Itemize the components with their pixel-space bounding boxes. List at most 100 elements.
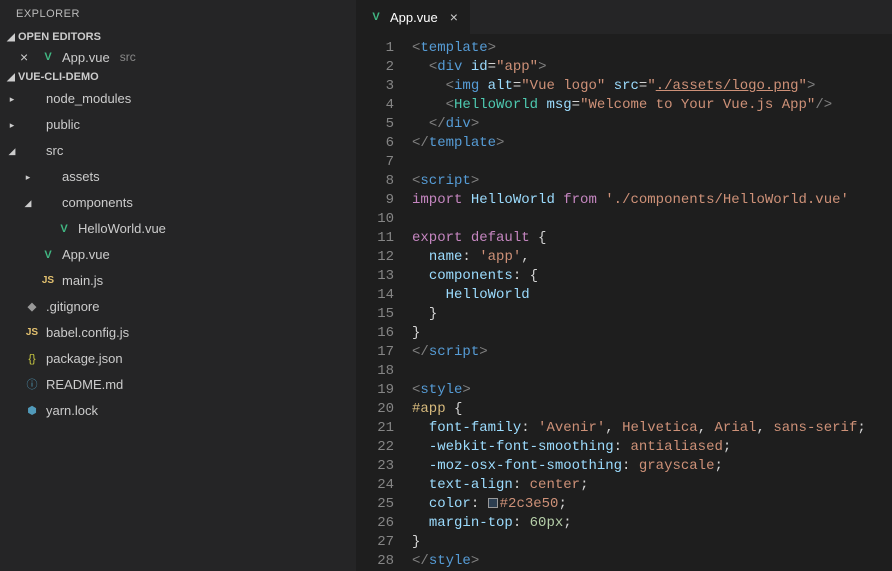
open-editor-filename: App.vue	[62, 50, 110, 65]
tab-label: App.vue	[390, 10, 438, 25]
tree-item-label: babel.config.js	[46, 323, 129, 343]
line-number: 15	[356, 305, 394, 324]
code-line[interactable]: -webkit-font-smoothing: antialiased;	[412, 438, 892, 457]
code-line[interactable]: -moz-osx-font-smoothing: grayscale;	[412, 457, 892, 476]
close-icon[interactable]: ×	[20, 49, 34, 65]
code-line[interactable]: #app {	[412, 400, 892, 419]
tree-item-label: yarn.lock	[46, 401, 98, 421]
open-editors-header[interactable]: ◢ OPEN EDITORS	[0, 28, 356, 46]
line-number: 14	[356, 286, 394, 305]
vue-icon: V	[56, 219, 72, 239]
code-line[interactable]: <script>	[412, 172, 892, 191]
code-line[interactable]: </div>	[412, 115, 892, 134]
code-line[interactable]: }	[412, 305, 892, 324]
open-editor-item[interactable]: × V App.vue src	[0, 46, 356, 68]
code-line[interactable]	[412, 362, 892, 381]
tree-item-label: .gitignore	[46, 297, 99, 317]
code-line[interactable]: text-align: center;	[412, 476, 892, 495]
code-line[interactable]: components: {	[412, 267, 892, 286]
line-number: 21	[356, 419, 394, 438]
tree-item-assets[interactable]: ▸assets	[0, 164, 356, 190]
tree-item--gitignore[interactable]: ◆ .gitignore	[0, 294, 356, 320]
line-number: 4	[356, 96, 394, 115]
line-number: 3	[356, 77, 394, 96]
tree-item-src[interactable]: ◢ src	[0, 138, 356, 164]
code-line[interactable]: <img alt="Vue logo" src="./assets/logo.p…	[412, 77, 892, 96]
tree-item-label: src	[46, 141, 63, 161]
code-line[interactable]: </template>	[412, 134, 892, 153]
chevron-down-icon: ◢	[4, 72, 18, 83]
code-line[interactable]: </script>	[412, 343, 892, 362]
line-number: 10	[356, 210, 394, 229]
close-icon[interactable]: ×	[450, 9, 458, 25]
code-line[interactable]: name: 'app',	[412, 248, 892, 267]
vue-icon: V	[368, 11, 384, 23]
code-line[interactable]: }	[412, 324, 892, 343]
code-line[interactable]: <div id="app">	[412, 58, 892, 77]
tree-item-helloworld-vue[interactable]: V HelloWorld.vue	[0, 216, 356, 242]
line-number: 27	[356, 533, 394, 552]
json-icon: {}	[24, 349, 40, 369]
line-number: 19	[356, 381, 394, 400]
tree-item-label: node_modules	[46, 89, 131, 109]
code-line[interactable]: margin-top: 60px;	[412, 514, 892, 533]
tree-item-package-json[interactable]: {} package.json	[0, 346, 356, 372]
chevron-right-icon: ▸	[6, 115, 18, 135]
code-line[interactable]: color: #2c3e50;	[412, 495, 892, 514]
line-number: 18	[356, 362, 394, 381]
chevron-right-icon: ▸	[6, 89, 18, 109]
line-number: 24	[356, 476, 394, 495]
info-icon: ⓘ	[24, 375, 40, 395]
tree-item-babel-config-js[interactable]: JSbabel.config.js	[0, 320, 356, 346]
line-number: 22	[356, 438, 394, 457]
project-header[interactable]: ◢ VUE-CLI-DEMO	[0, 68, 356, 86]
line-number: 28	[356, 552, 394, 571]
code-line[interactable]: <template>	[412, 39, 892, 58]
line-number: 7	[356, 153, 394, 172]
tree-item-node-modules[interactable]: ▸ node_modules	[0, 86, 356, 112]
chevron-down-icon: ◢	[4, 32, 18, 43]
code-area[interactable]: 1234567891011121314151617181920212223242…	[356, 35, 892, 571]
editor-area: V App.vue × 1234567891011121314151617181…	[356, 0, 892, 571]
tree-item-app-vue[interactable]: VApp.vue	[0, 242, 356, 268]
tree-item-main-js[interactable]: JSmain.js	[0, 268, 356, 294]
line-number: 9	[356, 191, 394, 210]
tree-item-label: HelloWorld.vue	[78, 219, 166, 239]
tree-item-label: components	[62, 193, 133, 213]
tree-item-label: README.md	[46, 375, 123, 395]
open-editor-dir: src	[120, 50, 136, 64]
tree-item-label: App.vue	[62, 245, 110, 265]
code-line[interactable]: </style>	[412, 552, 892, 571]
tree-item-components[interactable]: ◢components	[0, 190, 356, 216]
tree-item-public[interactable]: ▸ public	[0, 112, 356, 138]
code-line[interactable]: font-family: 'Avenir', Helvetica, Arial,…	[412, 419, 892, 438]
code-line[interactable]: HelloWorld	[412, 286, 892, 305]
tab-app-vue[interactable]: V App.vue ×	[356, 0, 471, 34]
code-line[interactable]	[412, 153, 892, 172]
code-content[interactable]: <template> <div id="app"> <img alt="Vue …	[412, 35, 892, 571]
open-editors-label: OPEN EDITORS	[18, 31, 101, 43]
tree-item-label: public	[46, 115, 80, 135]
code-line[interactable]: <style>	[412, 381, 892, 400]
line-number: 20	[356, 400, 394, 419]
line-number: 11	[356, 229, 394, 248]
line-number: 6	[356, 134, 394, 153]
file-tree: ▸ node_modules ▸ public ◢ src ▸assets◢componen…	[0, 86, 356, 424]
tree-item-label: package.json	[46, 349, 123, 369]
line-number: 2	[356, 58, 394, 77]
tree-item-yarn-lock[interactable]: ⬢yarn.lock	[0, 398, 356, 424]
line-number: 5	[356, 115, 394, 134]
code-line[interactable]: }	[412, 533, 892, 552]
line-gutter: 1234567891011121314151617181920212223242…	[356, 35, 412, 571]
tree-item-readme-md[interactable]: ⓘ README.md	[0, 372, 356, 398]
git-icon: ◆	[24, 297, 40, 317]
line-number: 16	[356, 324, 394, 343]
line-number: 23	[356, 457, 394, 476]
code-line[interactable]	[412, 210, 892, 229]
line-number: 8	[356, 172, 394, 191]
chevron-down-icon: ◢	[6, 141, 18, 161]
code-line[interactable]: <HelloWorld msg="Welcome to Your Vue.js …	[412, 96, 892, 115]
vue-icon: V	[40, 51, 56, 63]
code-line[interactable]: export default {	[412, 229, 892, 248]
code-line[interactable]: import HelloWorld from './components/Hel…	[412, 191, 892, 210]
